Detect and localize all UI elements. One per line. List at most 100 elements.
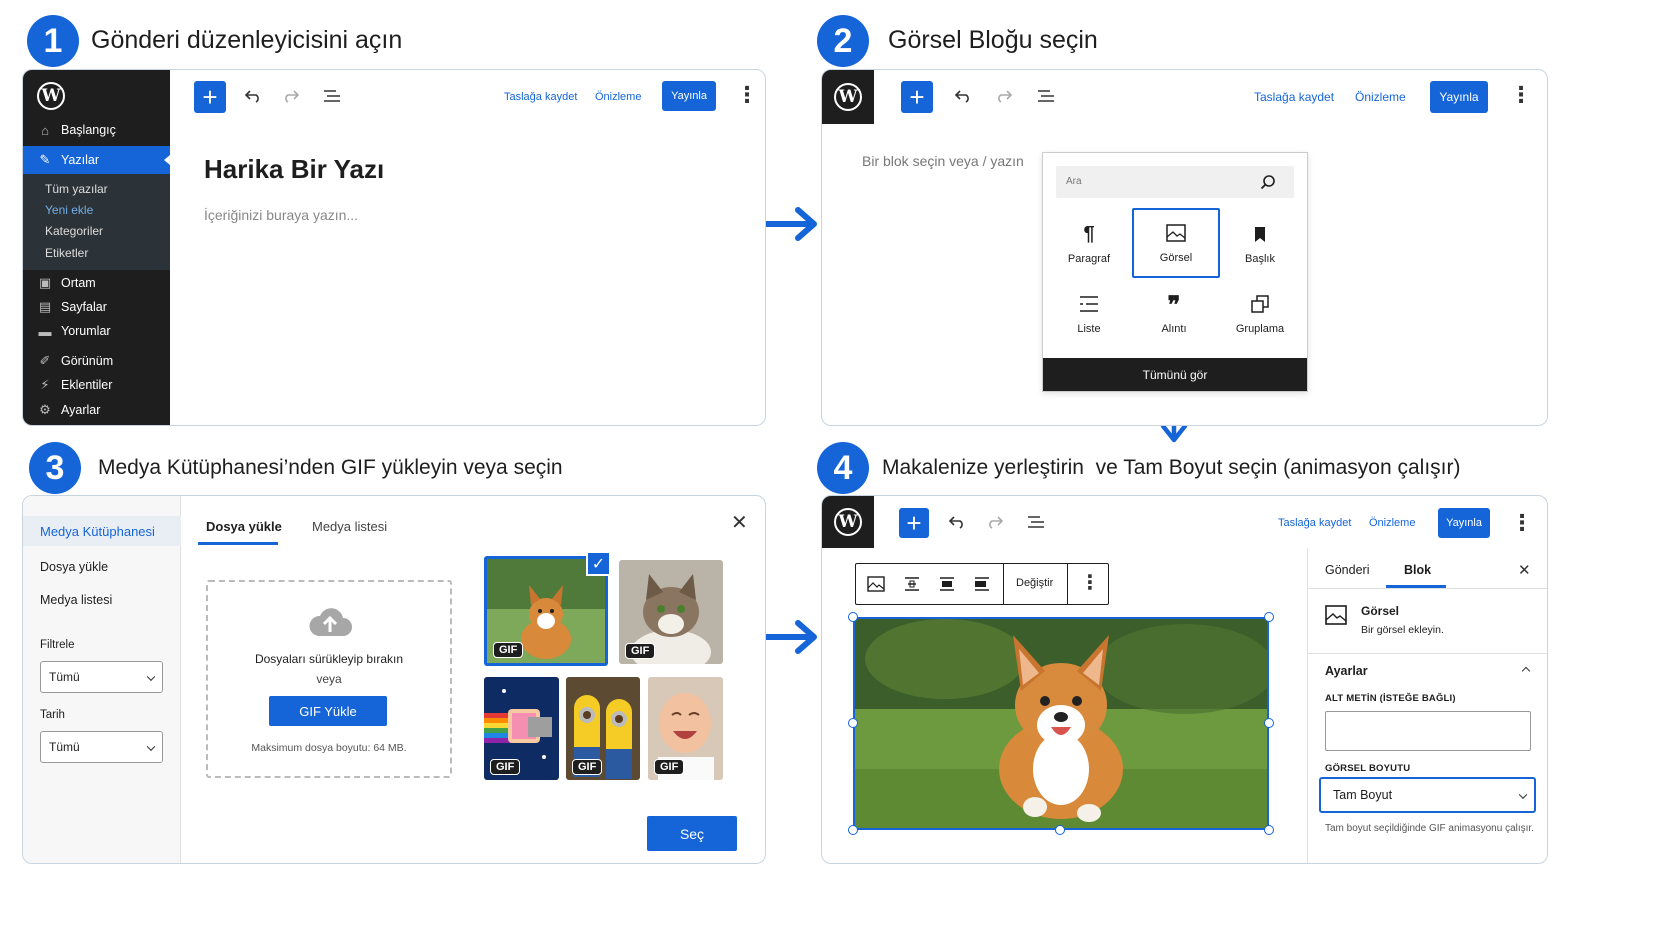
sidebar-link-media-list[interactable]: Medya listesi xyxy=(40,593,112,607)
sidebar-item-plugins[interactable]: ⚡ Eklentiler xyxy=(23,372,170,398)
gif-badge: GIF xyxy=(572,759,603,775)
sidebar-link-upload[interactable]: Dosya yükle xyxy=(40,560,108,574)
image-icon[interactable] xyxy=(862,572,890,596)
block-inserter: Ara ¶ Paragraf Görsel Başlık Liste ❞ Alınt… xyxy=(1042,152,1308,392)
sidebar-item-pages[interactable]: ▤ Sayfalar xyxy=(23,294,170,320)
preview-link[interactable]: Önizleme xyxy=(1355,90,1406,104)
more-options-icon[interactable]: ⋮ xyxy=(1511,512,1533,534)
block-paragraph[interactable]: ¶ Paragraf xyxy=(1047,210,1131,278)
submenu-tags[interactable]: Etiketler xyxy=(45,246,88,260)
thumb-minions[interactable]: GIF xyxy=(566,677,640,780)
publish-button[interactable]: Yayınla xyxy=(1438,508,1490,538)
align-wide-icon[interactable] xyxy=(968,572,996,596)
preview-link[interactable]: Önizleme xyxy=(1369,517,1415,529)
alt-text-label: ALT METİN (İSTEĞE BAĞLI) xyxy=(1325,693,1456,704)
image-size-select[interactable]: Tam Boyut xyxy=(1319,777,1536,813)
replace-button[interactable]: Değiştir xyxy=(1016,577,1053,589)
redo-icon[interactable] xyxy=(983,510,1007,534)
step-2-badge: 2 xyxy=(817,15,869,67)
save-draft-link[interactable]: Taslağa kaydet xyxy=(504,91,577,103)
inserted-gif-image[interactable] xyxy=(853,617,1269,830)
sidebar-item-home[interactable]: ⌂ Başlangıç xyxy=(23,117,170,143)
block-quote[interactable]: ❞ Alıntı xyxy=(1132,280,1216,348)
block-heading[interactable]: Başlık xyxy=(1218,210,1302,278)
add-block-button[interactable]: + xyxy=(901,81,933,113)
image-icon xyxy=(1325,605,1347,630)
date-select[interactable]: Tümü xyxy=(40,731,163,763)
sidebar-item-appearance[interactable]: ✐ Görünüm xyxy=(23,348,170,374)
resize-handle[interactable] xyxy=(848,825,858,835)
save-draft-link[interactable]: Taslağa kaydet xyxy=(1278,517,1351,529)
thumb-baby[interactable]: GIF xyxy=(648,677,723,780)
tab-block[interactable]: Blok xyxy=(1404,563,1431,577)
more-options-icon[interactable]: ⋮ xyxy=(736,84,758,106)
sidebar-item-settings[interactable]: ⚙ Ayarlar xyxy=(23,397,170,423)
bookmark-icon xyxy=(1254,223,1266,245)
sidebar-item-media[interactable]: ▣ Ortam xyxy=(23,270,170,296)
date-label: Tarih xyxy=(40,709,65,721)
view-all-button[interactable]: Tümünü gör xyxy=(1043,358,1307,391)
resize-handle[interactable] xyxy=(1264,718,1274,728)
select-button[interactable]: Seç xyxy=(647,816,737,851)
content-placeholder[interactable]: İçeriğinizi buraya yazın... xyxy=(204,207,358,223)
arrow-right-icon xyxy=(764,207,817,241)
resize-handle[interactable] xyxy=(1264,612,1274,622)
list-view-icon[interactable] xyxy=(320,84,344,108)
drop-zone[interactable]: Dosyaları sürükleyip bırakın veya GIF Yü… xyxy=(206,580,452,778)
resize-handle[interactable] xyxy=(1055,825,1065,835)
search-icon xyxy=(1260,175,1275,190)
arrow-right-icon xyxy=(764,620,817,654)
undo-icon[interactable] xyxy=(945,510,969,534)
submenu-add-new[interactable]: Yeni ekle xyxy=(45,203,93,217)
block-list[interactable]: Liste xyxy=(1047,280,1131,348)
add-block-button[interactable]: + xyxy=(194,81,226,113)
chevron-down-icon xyxy=(146,742,156,751)
filter-select[interactable]: Tümü xyxy=(40,661,163,693)
submenu-all-posts[interactable]: Tüm yazılar xyxy=(45,182,108,196)
resize-handle[interactable] xyxy=(848,718,858,728)
post-title[interactable]: Harika Bir Yazı xyxy=(204,154,384,185)
image-size-label: GÖRSEL BOYUTU xyxy=(1325,763,1411,774)
media-library-title[interactable]: Medya Kütüphanesi xyxy=(23,516,181,546)
align-center-icon[interactable] xyxy=(933,572,961,596)
filter-label: Filtrele xyxy=(40,639,75,651)
resize-handle[interactable] xyxy=(848,612,858,622)
close-icon[interactable]: ✕ xyxy=(1518,561,1531,579)
thumb-cat[interactable]: GIF xyxy=(619,560,723,664)
undo-icon[interactable] xyxy=(241,84,265,108)
save-draft-link[interactable]: Taslağa kaydet xyxy=(1254,90,1334,104)
undo-icon[interactable] xyxy=(951,84,975,108)
wordpress-logo-icon[interactable]: W xyxy=(822,496,874,548)
sidebar-item-comments[interactable]: ▬ Yorumlar xyxy=(23,318,170,344)
alt-text-input[interactable] xyxy=(1325,711,1531,751)
search-input[interactable]: Ara xyxy=(1066,176,1082,187)
tab-post[interactable]: Gönderi xyxy=(1325,563,1369,577)
publish-button[interactable]: Yayınla xyxy=(1430,81,1488,113)
tab-upload[interactable]: Dosya yükle xyxy=(206,519,282,534)
tab-media-list[interactable]: Medya listesi xyxy=(312,519,387,534)
align-left-icon[interactable] xyxy=(898,572,926,596)
redo-icon[interactable] xyxy=(992,84,1016,108)
thumb-nyan-cat[interactable]: GIF xyxy=(484,677,559,780)
close-icon[interactable]: ✕ xyxy=(731,510,748,535)
publish-button[interactable]: Yayınla xyxy=(662,81,716,111)
resize-handle[interactable] xyxy=(1264,825,1274,835)
inserter-search[interactable]: Ara xyxy=(1056,166,1294,198)
wordpress-logo-icon[interactable]: W xyxy=(822,70,874,124)
redo-icon[interactable] xyxy=(279,84,303,108)
list-view-icon[interactable] xyxy=(1024,510,1048,534)
block-group[interactable]: Gruplama xyxy=(1218,280,1302,348)
appearance-icon: ✐ xyxy=(39,353,51,368)
settings-title[interactable]: Ayarlar xyxy=(1325,664,1368,678)
submenu-categories[interactable]: Kategoriler xyxy=(45,224,103,238)
gif-upload-button[interactable]: GIF Yükle xyxy=(269,696,387,726)
block-image[interactable]: Görsel xyxy=(1132,208,1220,278)
add-block-button[interactable]: + xyxy=(899,508,929,538)
more-options-icon[interactable]: ⋮ xyxy=(1510,84,1532,106)
drop-text: Dosyaları sürükleyip bırakın xyxy=(254,652,404,666)
preview-link[interactable]: Önizleme xyxy=(595,91,641,103)
list-view-icon[interactable] xyxy=(1034,84,1058,108)
block-options-icon[interactable]: ⋮ xyxy=(1080,573,1100,593)
block-prompt: Bir blok seçin veya / yazın xyxy=(862,153,1024,169)
sidebar-item-posts[interactable]: ✎ Yazılar xyxy=(23,146,170,174)
